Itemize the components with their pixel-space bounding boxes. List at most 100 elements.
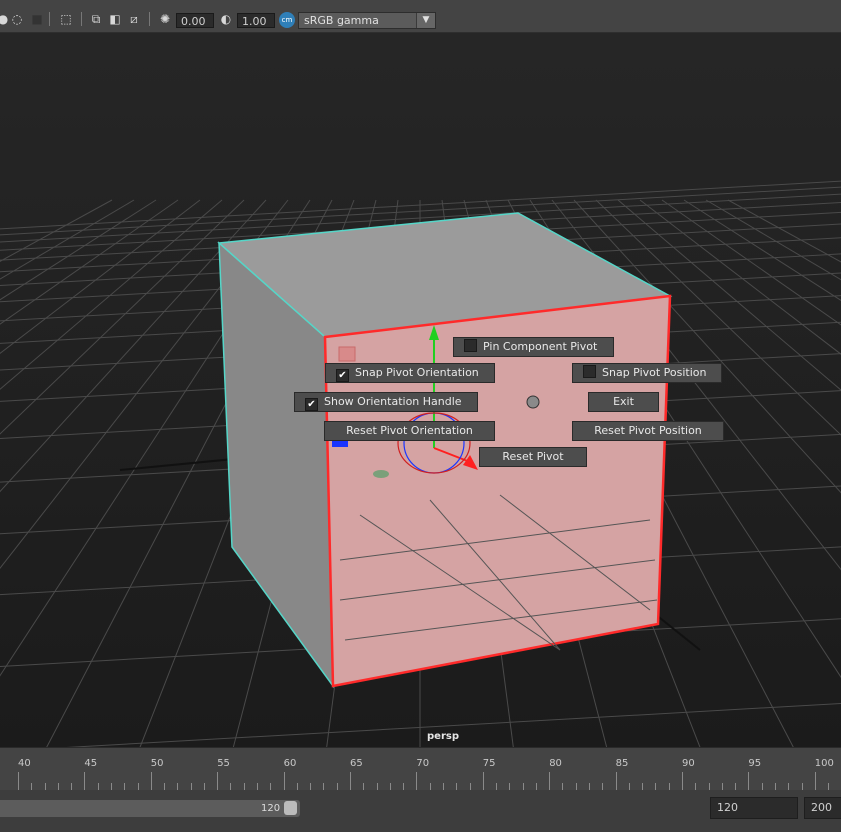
- time-tick-label: 60: [283, 758, 297, 769]
- time-tick: [589, 783, 591, 790]
- range-slider-handle[interactable]: [284, 801, 297, 815]
- time-tick: [270, 783, 272, 790]
- time-tick: [350, 772, 351, 790]
- time-tick: [31, 783, 33, 790]
- animation-end-field[interactable]: 200: [804, 797, 841, 819]
- reset-pivot-button[interactable]: Reset Pivot: [479, 447, 587, 467]
- time-tick: [110, 783, 112, 790]
- time-tick: [389, 783, 391, 790]
- z-axis-handle[interactable]: [332, 441, 348, 447]
- range-slider-bar: 120 120 200: [0, 790, 841, 832]
- time-tick: [442, 783, 444, 790]
- cube-mesh[interactable]: [217, 212, 673, 689]
- reset-pivot-orientation-button[interactable]: Reset Pivot Orientation: [324, 421, 495, 441]
- time-tick: [137, 783, 139, 790]
- time-tick-label: 80: [549, 758, 562, 769]
- time-tick-label: 70: [416, 758, 430, 769]
- pin-component-pivot-label: Pin Component Pivot: [483, 340, 598, 353]
- toolbar: ● ◌ ■ ⬚ ⧉ ◧ ⧄ ✺ 0.00 ◐ 1.00 cm sRGB gamm…: [0, 0, 841, 33]
- camera-label: persp: [427, 731, 459, 742]
- time-tick: [44, 783, 46, 790]
- time-tick-label: 85: [615, 758, 629, 769]
- snap-pivot-position-checkbox[interactable]: Snap Pivot Position: [572, 363, 722, 383]
- checkbox-box: ✔: [336, 369, 349, 382]
- time-tick: [615, 772, 617, 790]
- time-tick: [190, 783, 192, 790]
- circle-select-icon[interactable]: ◌: [10, 12, 24, 26]
- pivot-point[interactable]: [526, 395, 540, 409]
- time-tick: [549, 772, 551, 790]
- time-tick: [695, 783, 697, 790]
- time-tick: [203, 783, 205, 790]
- time-tick: [668, 783, 670, 790]
- show-orientation-handle-checkbox[interactable]: ✔ Show Orientation Handle: [294, 392, 478, 412]
- time-tick: [416, 772, 418, 790]
- square-swatch-icon[interactable]: ■: [30, 12, 44, 26]
- time-tick: [735, 783, 737, 790]
- gamma-icon[interactable]: ◐: [219, 12, 233, 26]
- stretch-icon[interactable]: ⧄: [127, 12, 141, 26]
- aperture-icon[interactable]: ✺: [158, 12, 172, 26]
- checkbox-box: ✔: [305, 398, 318, 411]
- time-tick: [336, 783, 338, 790]
- plane-handle[interactable]: [373, 470, 389, 478]
- separator: [49, 12, 50, 26]
- time-tick: [575, 783, 577, 790]
- time-tick: [682, 772, 683, 790]
- copy-icon[interactable]: ⧉: [89, 12, 103, 26]
- separator: [149, 12, 150, 26]
- time-tick: [562, 783, 564, 790]
- overlay-icon[interactable]: ◧: [108, 12, 122, 26]
- time-tick: [429, 783, 431, 790]
- time-slider[interactable]: 40 45 50 55 60 65 70 75 80 85 90 95 100: [0, 747, 841, 790]
- time-tick: [243, 783, 245, 790]
- time-tick: [482, 772, 484, 790]
- time-tick-label: 65: [350, 758, 363, 769]
- time-tick: [828, 783, 830, 790]
- time-tick-label: 100: [814, 758, 834, 769]
- pin-component-pivot-checkbox[interactable]: Pin Component Pivot: [453, 337, 614, 357]
- time-tick: [801, 783, 803, 790]
- exit-button[interactable]: Exit: [588, 392, 659, 412]
- reset-pivot-position-button[interactable]: Reset Pivot Position: [572, 421, 724, 441]
- gamma-field[interactable]: 1.00: [237, 13, 275, 28]
- time-tick: [150, 772, 152, 790]
- time-tick-label: 45: [84, 758, 98, 769]
- select-region-icon[interactable]: ⬚: [59, 12, 73, 26]
- time-tick-label: 50: [150, 758, 164, 769]
- time-tick-label: 55: [217, 758, 230, 769]
- time-tick: [535, 783, 537, 790]
- separator: [81, 12, 82, 26]
- playback-end-field[interactable]: 120: [710, 797, 798, 819]
- time-tick: [509, 783, 511, 790]
- time-tick: [456, 783, 458, 790]
- range-slider[interactable]: [0, 800, 300, 817]
- time-tick: [71, 783, 73, 790]
- time-tick: [283, 772, 285, 790]
- time-tick: [628, 783, 630, 790]
- time-tick: [177, 783, 179, 790]
- snap-pivot-position-label: Snap Pivot Position: [602, 366, 707, 379]
- show-orientation-handle-label: Show Orientation Handle: [324, 395, 462, 408]
- component-marker: [338, 346, 356, 362]
- checkbox-box: [464, 339, 477, 352]
- sphere-dot-icon[interactable]: ●: [0, 12, 10, 26]
- exposure-field[interactable]: 0.00: [176, 13, 214, 28]
- time-tick: [323, 783, 325, 790]
- time-tick: [257, 783, 259, 790]
- time-tick: [721, 783, 723, 790]
- time-tick-label: 90: [682, 758, 695, 769]
- view-transform-select[interactable]: sRGB gamma ▼: [298, 12, 436, 29]
- time-tick: [814, 772, 816, 790]
- time-tick: [602, 783, 604, 790]
- time-tick-label: 40: [18, 758, 31, 769]
- dropdown-arrow-icon[interactable]: ▼: [416, 13, 435, 28]
- time-tick: [788, 783, 790, 790]
- time-tick: [774, 783, 776, 790]
- color-management-badge[interactable]: cm: [279, 12, 295, 28]
- time-tick: [522, 783, 524, 790]
- time-tick: [296, 783, 298, 790]
- snap-pivot-orientation-checkbox[interactable]: ✔ Snap Pivot Orientation: [325, 363, 495, 383]
- 3d-viewport[interactable]: persp Pin Component Pivot ✔ Snap Pivot Or…: [0, 33, 841, 747]
- snap-pivot-orientation-label: Snap Pivot Orientation: [355, 366, 479, 379]
